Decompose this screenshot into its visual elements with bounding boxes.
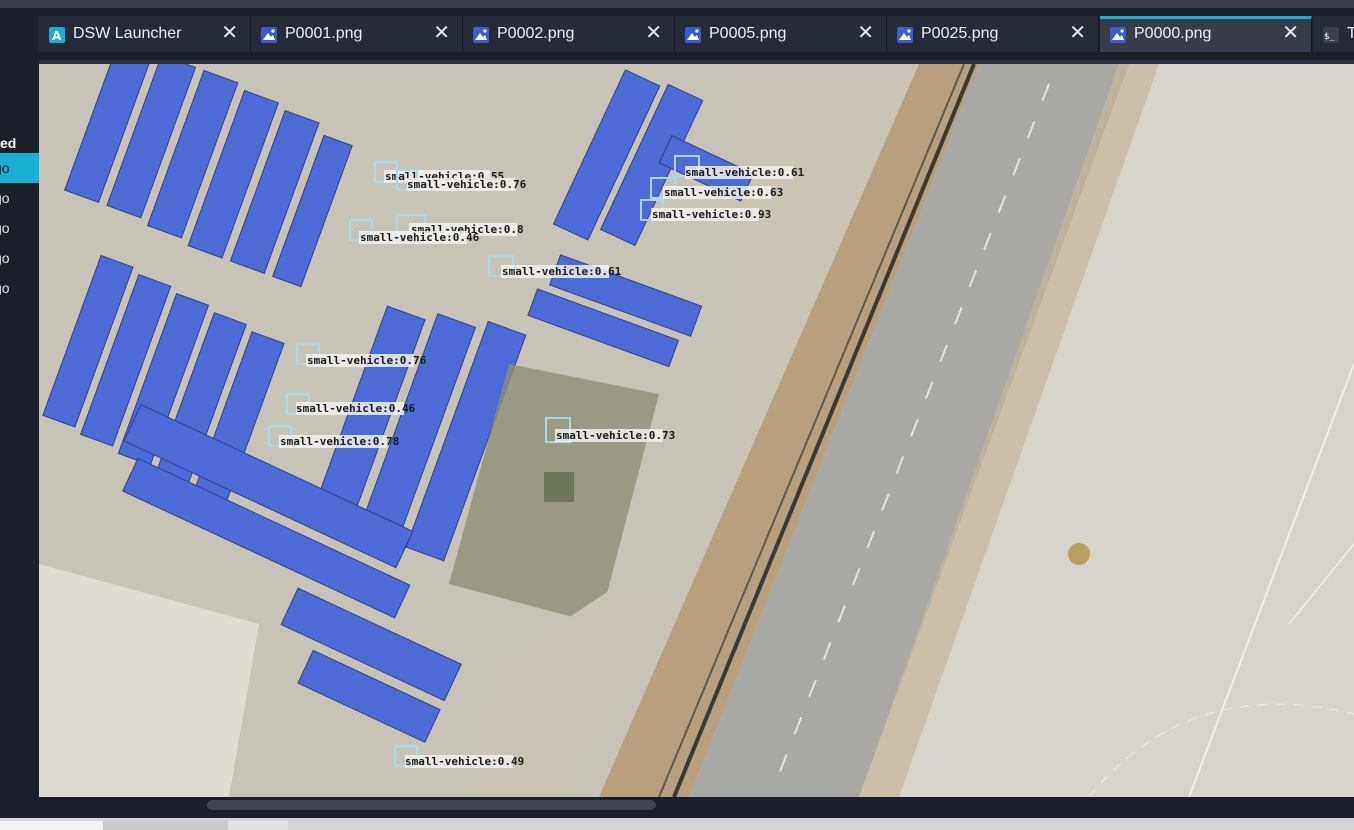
tab-label: P0005.png xyxy=(709,25,787,42)
image-icon xyxy=(261,27,277,43)
close-icon[interactable]: ✕ xyxy=(1069,22,1086,44)
svg-text:$_: $_ xyxy=(1324,32,1335,42)
detection-label: small-vehicle:0.46 xyxy=(360,231,480,244)
close-icon[interactable]: ✕ xyxy=(857,22,874,44)
sidebar-row[interactable]: go xyxy=(0,243,39,273)
detection-label: small-vehicle:0.76 xyxy=(307,354,427,367)
tab-label: P0002.png xyxy=(497,25,575,42)
detection-label: small-vehicle:0.76 xyxy=(407,178,527,191)
detection-label: small-vehicle:0.61 xyxy=(502,265,622,278)
detection-label: small-vehicle:0.78 xyxy=(280,435,399,448)
scrollbar-thumb[interactable] xyxy=(207,800,656,810)
detection-label: small-vehicle:0.73 xyxy=(556,429,675,442)
sidebar-row[interactable]: go xyxy=(0,273,39,303)
tab-p0025[interactable]: P0025.png ✕ xyxy=(887,16,1099,52)
tab-p0000[interactable]: P0000.png ✕ xyxy=(1100,16,1312,52)
document-tab-bar: A DSW Launcher ✕ P0001.png ✕ P0002.png ✕… xyxy=(39,16,1354,52)
launcher-icon: A xyxy=(49,27,65,43)
tab-p0005[interactable]: P0005.png ✕ xyxy=(675,16,887,52)
tab-terminal[interactable]: $_ T xyxy=(1313,16,1354,52)
horizontal-scrollbar[interactable] xyxy=(39,797,1354,813)
tab-label: P0000.png xyxy=(1134,25,1212,42)
terminal-icon: $_ xyxy=(1323,27,1339,43)
close-icon[interactable]: ✕ xyxy=(1282,22,1299,44)
svg-text:A: A xyxy=(52,29,62,43)
detection-label: small-vehicle:0.93 xyxy=(652,208,771,221)
tab-label: DSW Launcher xyxy=(73,25,182,42)
close-icon[interactable]: ✕ xyxy=(433,22,450,44)
detection-label: small-vehicle:0.61 xyxy=(685,166,805,179)
close-icon[interactable]: ✕ xyxy=(645,22,662,44)
detection-label: small-vehicle:0.63 xyxy=(664,186,783,199)
tab-dsw-launcher[interactable]: A DSW Launcher ✕ xyxy=(39,16,251,52)
tab-p0001[interactable]: P0001.png ✕ xyxy=(251,16,463,52)
tab-label: P0025.png xyxy=(921,25,999,42)
status-segment xyxy=(0,821,103,830)
window-top-bar xyxy=(0,0,1354,8)
tab-p0002[interactable]: P0002.png ✕ xyxy=(463,16,675,52)
file-browser-sidebar: ed go go go go go xyxy=(0,8,39,830)
close-icon[interactable]: ✕ xyxy=(221,22,238,44)
image-icon xyxy=(685,27,701,43)
detection-label: small-vehicle:0.49 xyxy=(405,755,524,768)
sidebar-row[interactable]: go xyxy=(0,153,39,183)
sidebar-row[interactable]: go xyxy=(0,183,39,213)
status-segment xyxy=(228,821,288,830)
image-viewer[interactable]: small-vehicle:0.55 small-vehicle:0.76 sm… xyxy=(39,60,1354,797)
image-icon xyxy=(1110,27,1126,43)
status-segment xyxy=(103,821,228,830)
sidebar-row[interactable]: go xyxy=(0,213,39,243)
tab-label: P0001.png xyxy=(285,25,363,42)
tab-label: T xyxy=(1347,25,1354,42)
status-bar xyxy=(0,818,1354,830)
image-icon xyxy=(897,27,913,43)
detection-label: small-vehicle:0.46 xyxy=(296,402,416,415)
image-icon xyxy=(473,27,489,43)
aerial-image: small-vehicle:0.55 small-vehicle:0.76 sm… xyxy=(39,64,1354,797)
